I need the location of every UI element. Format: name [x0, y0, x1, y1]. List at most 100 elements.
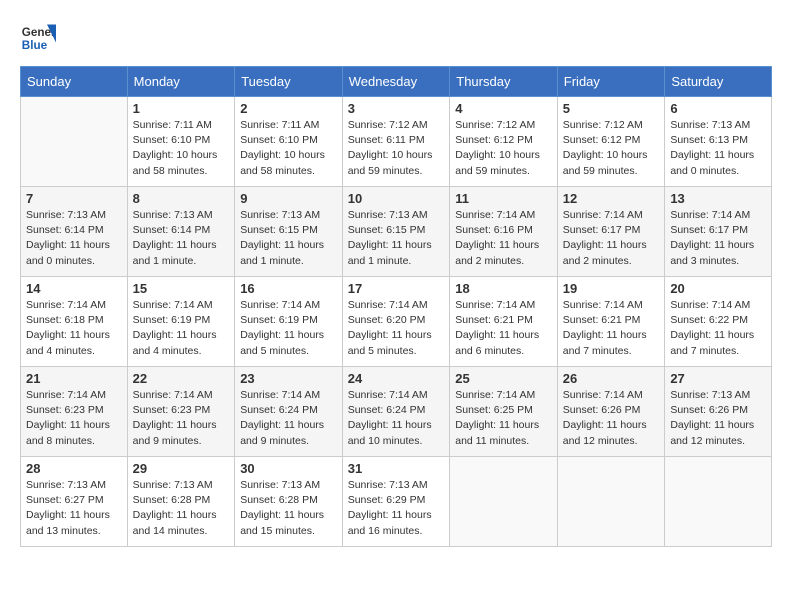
calendar-cell: 15 Sunrise: 7:14 AM Sunset: 6:19 PM Dayli… — [127, 277, 235, 367]
calendar-cell: 11 Sunrise: 7:14 AM Sunset: 6:16 PM Dayli… — [450, 187, 558, 277]
calendar-cell: 26Sunrise: 7:14 AM Sunset: 6:26 PM Dayli… — [557, 367, 665, 457]
day-number: 17 — [348, 281, 445, 296]
day-number: 16 — [240, 281, 337, 296]
day-number: 31 — [348, 461, 445, 476]
day-info: Sunrise: 7:12 AM Sunset: 6:11 PM Dayligh… — [348, 118, 445, 179]
calendar-cell: 4 Sunrise: 7:12 AM Sunset: 6:12 PM Daylig… — [450, 97, 558, 187]
day-number: 24 — [348, 371, 445, 386]
calendar-cell: 31 Sunrise: 7:13 AM Sunset: 6:29 PM Dayli… — [342, 457, 450, 547]
day-info: Sunrise: 7:13 AM Sunset: 6:15 PM Dayligh… — [240, 208, 337, 269]
calendar-cell: 5 Sunrise: 7:12 AM Sunset: 6:12 PM Daylig… — [557, 97, 665, 187]
weekday-header-tuesday: Tuesday — [235, 67, 343, 97]
calendar-cell: 18 Sunrise: 7:14 AM Sunset: 6:21 PM Dayli… — [450, 277, 558, 367]
logo: General Blue — [20, 20, 56, 56]
weekday-header-saturday: Saturday — [665, 67, 772, 97]
calendar-cell: 16 Sunrise: 7:14 AM Sunset: 6:19 PM Dayli… — [235, 277, 343, 367]
weekday-header-thursday: Thursday — [450, 67, 558, 97]
calendar-cell: 1 Sunrise: 7:11 AM Sunset: 6:10 PM Daylig… — [127, 97, 235, 187]
calendar-week-5: 28 Sunrise: 7:13 AM Sunset: 6:27 PM Dayli… — [21, 457, 772, 547]
weekday-header-sunday: Sunday — [21, 67, 128, 97]
page-header: General Blue — [20, 20, 772, 56]
day-number: 20 — [670, 281, 766, 296]
calendar-cell: 7 Sunrise: 7:13 AM Sunset: 6:14 PM Daylig… — [21, 187, 128, 277]
calendar-cell: 24Sunrise: 7:14 AM Sunset: 6:24 PM Dayli… — [342, 367, 450, 457]
day-info: Sunrise: 7:13 AM Sunset: 6:28 PM Dayligh… — [133, 478, 230, 539]
day-number: 15 — [133, 281, 230, 296]
day-info: Sunrise: 7:14 AM Sunset: 6:22 PM Dayligh… — [670, 298, 766, 359]
day-info: Sunrise: 7:12 AM Sunset: 6:12 PM Dayligh… — [563, 118, 660, 179]
day-number: 10 — [348, 191, 445, 206]
calendar-cell: 22 Sunrise: 7:14 AM Sunset: 6:23 PM Dayli… — [127, 367, 235, 457]
calendar-week-2: 7 Sunrise: 7:13 AM Sunset: 6:14 PM Daylig… — [21, 187, 772, 277]
calendar-cell: 20 Sunrise: 7:14 AM Sunset: 6:22 PM Dayli… — [665, 277, 772, 367]
day-number: 13 — [670, 191, 766, 206]
day-number: 2 — [240, 101, 337, 116]
day-info: Sunrise: 7:14 AM Sunset: 6:17 PM Dayligh… — [563, 208, 660, 269]
day-info: Sunrise: 7:14 AM Sunset: 6:21 PM Dayligh… — [563, 298, 660, 359]
day-number: 25 — [455, 371, 552, 386]
day-number: 9 — [240, 191, 337, 206]
calendar-cell: 25 Sunrise: 7:14 AM Sunset: 6:25 PM Dayli… — [450, 367, 558, 457]
day-info: Sunrise: 7:14 AM Sunset: 6:16 PM Dayligh… — [455, 208, 552, 269]
calendar-cell: 13 Sunrise: 7:14 AM Sunset: 6:17 PM Dayli… — [665, 187, 772, 277]
day-number: 21 — [26, 371, 122, 386]
calendar-cell: 19 Sunrise: 7:14 AM Sunset: 6:21 PM Dayli… — [557, 277, 665, 367]
day-number: 5 — [563, 101, 660, 116]
calendar-cell: 23 Sunrise: 7:14 AM Sunset: 6:24 PM Dayli… — [235, 367, 343, 457]
day-number: 12 — [563, 191, 660, 206]
day-info: Sunrise: 7:14 AM Sunset: 6:19 PM Dayligh… — [133, 298, 230, 359]
calendar-cell — [450, 457, 558, 547]
calendar-cell — [665, 457, 772, 547]
day-info: Sunrise: 7:13 AM Sunset: 6:15 PM Dayligh… — [348, 208, 445, 269]
day-number: 7 — [26, 191, 122, 206]
day-info: Sunrise: 7:13 AM Sunset: 6:27 PM Dayligh… — [26, 478, 122, 539]
day-number: 30 — [240, 461, 337, 476]
svg-text:Blue: Blue — [22, 39, 48, 52]
calendar-cell: 3Sunrise: 7:12 AM Sunset: 6:11 PM Daylig… — [342, 97, 450, 187]
day-number: 1 — [133, 101, 230, 116]
day-info: Sunrise: 7:11 AM Sunset: 6:10 PM Dayligh… — [133, 118, 230, 179]
day-info: Sunrise: 7:13 AM Sunset: 6:28 PM Dayligh… — [240, 478, 337, 539]
day-number: 8 — [133, 191, 230, 206]
calendar-week-1: 1 Sunrise: 7:11 AM Sunset: 6:10 PM Daylig… — [21, 97, 772, 187]
calendar-cell — [557, 457, 665, 547]
day-number: 18 — [455, 281, 552, 296]
day-info: Sunrise: 7:14 AM Sunset: 6:17 PM Dayligh… — [670, 208, 766, 269]
day-info: Sunrise: 7:12 AM Sunset: 6:12 PM Dayligh… — [455, 118, 552, 179]
calendar-cell: 8 Sunrise: 7:13 AM Sunset: 6:14 PM Daylig… — [127, 187, 235, 277]
day-number: 22 — [133, 371, 230, 386]
calendar-week-3: 14 Sunrise: 7:14 AM Sunset: 6:18 PM Dayli… — [21, 277, 772, 367]
weekday-header-row: SundayMondayTuesdayWednesdayThursdayFrid… — [21, 67, 772, 97]
day-info: Sunrise: 7:13 AM Sunset: 6:14 PM Dayligh… — [133, 208, 230, 269]
day-info: Sunrise: 7:14 AM Sunset: 6:24 PM Dayligh… — [240, 388, 337, 449]
day-number: 23 — [240, 371, 337, 386]
logo-icon: General Blue — [20, 20, 56, 56]
day-number: 4 — [455, 101, 552, 116]
day-info: Sunrise: 7:14 AM Sunset: 6:25 PM Dayligh… — [455, 388, 552, 449]
day-info: Sunrise: 7:14 AM Sunset: 6:23 PM Dayligh… — [133, 388, 230, 449]
day-info: Sunrise: 7:14 AM Sunset: 6:18 PM Dayligh… — [26, 298, 122, 359]
calendar-cell: 21 Sunrise: 7:14 AM Sunset: 6:23 PM Dayli… — [21, 367, 128, 457]
day-number: 14 — [26, 281, 122, 296]
day-info: Sunrise: 7:13 AM Sunset: 6:26 PM Dayligh… — [670, 388, 766, 449]
day-info: Sunrise: 7:13 AM Sunset: 6:13 PM Dayligh… — [670, 118, 766, 179]
day-info: Sunrise: 7:13 AM Sunset: 6:29 PM Dayligh… — [348, 478, 445, 539]
calendar-cell: 2 Sunrise: 7:11 AM Sunset: 6:10 PM Daylig… — [235, 97, 343, 187]
calendar-cell: 12 Sunrise: 7:14 AM Sunset: 6:17 PM Dayli… — [557, 187, 665, 277]
day-number: 28 — [26, 461, 122, 476]
calendar-cell: 10 Sunrise: 7:13 AM Sunset: 6:15 PM Dayli… — [342, 187, 450, 277]
day-info: Sunrise: 7:14 AM Sunset: 6:23 PM Dayligh… — [26, 388, 122, 449]
day-info: Sunrise: 7:14 AM Sunset: 6:19 PM Dayligh… — [240, 298, 337, 359]
day-number: 19 — [563, 281, 660, 296]
calendar-cell: 14 Sunrise: 7:14 AM Sunset: 6:18 PM Dayli… — [21, 277, 128, 367]
calendar-cell — [21, 97, 128, 187]
day-info: Sunrise: 7:13 AM Sunset: 6:14 PM Dayligh… — [26, 208, 122, 269]
calendar-cell: 27Sunrise: 7:13 AM Sunset: 6:26 PM Dayli… — [665, 367, 772, 457]
day-info: Sunrise: 7:11 AM Sunset: 6:10 PM Dayligh… — [240, 118, 337, 179]
day-info: Sunrise: 7:14 AM Sunset: 6:21 PM Dayligh… — [455, 298, 552, 359]
day-number: 11 — [455, 191, 552, 206]
day-number: 29 — [133, 461, 230, 476]
calendar-cell: 17Sunrise: 7:14 AM Sunset: 6:20 PM Dayli… — [342, 277, 450, 367]
calendar-week-4: 21 Sunrise: 7:14 AM Sunset: 6:23 PM Dayli… — [21, 367, 772, 457]
day-number: 26 — [563, 371, 660, 386]
